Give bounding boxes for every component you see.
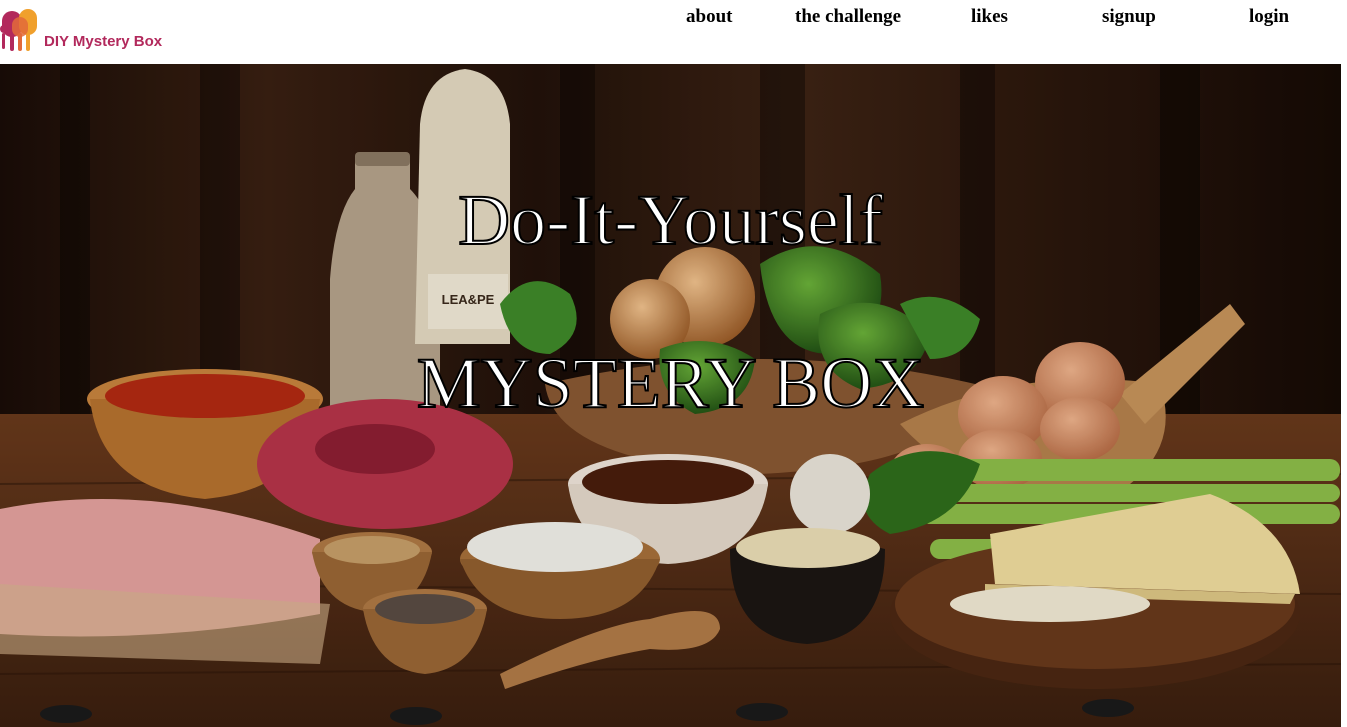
brand-name: DIY Mystery Box bbox=[44, 33, 163, 50]
hero-banner: LEA&PE Do-It-Yourself MYSTERY BOX bbox=[0, 64, 1341, 727]
main-nav: about the challenge likes signup login bbox=[0, 6, 1347, 34]
nav-likes[interactable]: likes bbox=[971, 6, 1008, 28]
hero-title-line1: Do-It-Yourself bbox=[457, 179, 884, 261]
site-header: DIY Mystery Box about the challenge like… bbox=[0, 0, 1347, 64]
hero-title-line2: MYSTERY BOX bbox=[416, 342, 925, 424]
nav-the-challenge[interactable]: the challenge bbox=[795, 6, 901, 28]
nav-login[interactable]: login bbox=[1249, 6, 1289, 28]
nav-signup[interactable]: signup bbox=[1102, 6, 1156, 28]
nav-about[interactable]: about bbox=[686, 6, 732, 28]
